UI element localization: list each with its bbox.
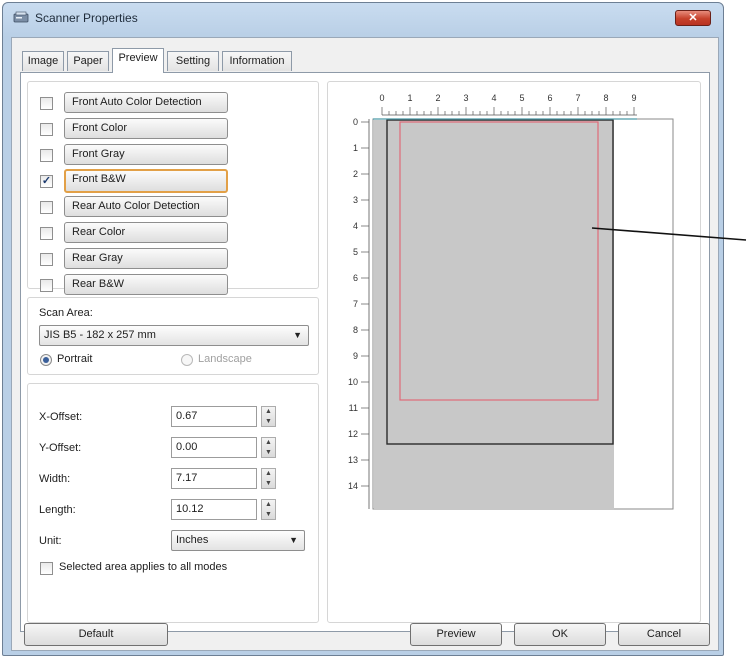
ruler-v-5: 5: [353, 247, 358, 257]
checkbox-rear-color[interactable]: [40, 227, 53, 240]
scanned-region: [374, 120, 614, 510]
ruler-h-4: 4: [491, 93, 496, 103]
ruler-h-9: 9: [631, 93, 636, 103]
mode-front-auto-color-detection[interactable]: Front Auto Color Detection: [64, 92, 228, 113]
scan-area-label: Scan Area:: [39, 307, 93, 319]
ruler-v-7: 7: [353, 299, 358, 309]
checkbox-rear-gray[interactable]: [40, 253, 53, 266]
ruler-h-3: 3: [463, 93, 468, 103]
mode-front-gray[interactable]: Front Gray: [64, 144, 228, 165]
cancel-button[interactable]: Cancel: [618, 623, 710, 646]
callout-line: [591, 227, 747, 241]
spin-down-icon[interactable]: ▼: [262, 479, 275, 488]
ruler-v-13: 13: [348, 455, 358, 465]
unit-dropdown[interactable]: Inches ▼: [171, 530, 305, 551]
x-offset-label: X-Offset:: [39, 411, 83, 423]
checkbox-rear-auto-color[interactable]: [40, 201, 53, 214]
ruler-h-2: 2: [435, 93, 440, 103]
scan-area-dropdown[interactable]: JIS B5 - 182 x 257 mm ▼: [39, 325, 309, 346]
spin-down-icon[interactable]: ▼: [262, 448, 275, 457]
spin-up-icon[interactable]: ▲: [262, 500, 275, 509]
checkbox-front-bw[interactable]: ✓: [40, 175, 53, 188]
ruler-h-6: 6: [547, 93, 552, 103]
y-offset-spinner[interactable]: ▲ ▼: [261, 437, 276, 458]
apply-all-modes-label: Selected area applies to all modes: [59, 561, 228, 573]
tab-setting[interactable]: Setting: [167, 51, 219, 71]
default-button[interactable]: Default: [24, 623, 168, 646]
ruler-v-1: 1: [353, 143, 358, 153]
width-spinner[interactable]: ▲ ▼: [261, 468, 276, 489]
x-offset-spinner[interactable]: ▲ ▼: [261, 406, 276, 427]
ruler-v-9: 9: [353, 351, 358, 361]
length-input[interactable]: 10.12: [171, 499, 257, 520]
ruler-v-0: 0: [353, 117, 358, 127]
tab-image[interactable]: Image: [22, 51, 64, 71]
portrait-label: Portrait: [57, 353, 93, 365]
checkbox-front-gray[interactable]: [40, 149, 53, 162]
scan-area-value: JIS B5 - 182 x 257 mm: [44, 329, 156, 341]
preview-tab-panel: Front Auto Color Detection Front Color F…: [20, 72, 710, 632]
checkbox-front-auto-color[interactable]: [40, 97, 53, 110]
ruler-v-4: 4: [353, 221, 358, 231]
y-offset-label: Y-Offset:: [39, 442, 82, 454]
radio-portrait[interactable]: [40, 354, 52, 366]
tab-paper[interactable]: Paper: [67, 51, 109, 71]
ruler-v-8: 8: [353, 325, 358, 335]
length-label: Length:: [39, 504, 76, 516]
title-bar: Scanner Properties ✕: [3, 3, 723, 33]
mode-rear-auto-color-detection[interactable]: Rear Auto Color Detection: [64, 196, 228, 217]
scanner-properties-window: Scanner Properties ✕ Image Paper Preview…: [2, 2, 724, 656]
y-offset-input[interactable]: 0.00: [171, 437, 257, 458]
checkbox-apply-all-modes[interactable]: [40, 562, 53, 575]
mode-rear-bw[interactable]: Rear B&W: [64, 274, 228, 295]
unit-value: Inches: [176, 534, 209, 546]
spin-up-icon[interactable]: ▲: [262, 469, 275, 478]
ruler-v-12: 12: [348, 429, 358, 439]
tab-preview[interactable]: Preview: [112, 48, 164, 73]
spin-down-icon[interactable]: ▼: [262, 417, 275, 426]
radio-landscape[interactable]: [181, 354, 193, 366]
length-spinner[interactable]: ▲ ▼: [261, 499, 276, 520]
spin-down-icon[interactable]: ▼: [262, 510, 275, 519]
ruler-v-3: 3: [353, 195, 358, 205]
ruler-h-8: 8: [603, 93, 608, 103]
ruler-v-11: 11: [349, 403, 358, 413]
ok-button[interactable]: OK: [514, 623, 606, 646]
close-button[interactable]: ✕: [675, 10, 711, 26]
checkbox-rear-bw[interactable]: [40, 279, 53, 292]
ruler-v-6: 6: [353, 273, 358, 283]
chevron-down-icon: ▼: [293, 330, 302, 340]
mode-front-bw[interactable]: Front B&W: [64, 169, 228, 193]
ruler-v-14: 14: [348, 481, 358, 491]
ruler-h-1: 1: [407, 93, 412, 103]
spin-up-icon[interactable]: ▲: [262, 438, 275, 447]
chevron-down-icon: ▼: [289, 535, 298, 545]
ruler-h-0: 0: [379, 93, 384, 103]
mode-rear-color[interactable]: Rear Color: [64, 222, 228, 243]
ruler-h-7: 7: [575, 93, 580, 103]
landscape-label: Landscape: [198, 353, 252, 365]
unit-label: Unit:: [39, 535, 62, 547]
scanner-app-icon: [13, 11, 29, 23]
preview-button[interactable]: Preview: [410, 623, 502, 646]
preview-area[interactable]: 0 1 2 3 4 5 6 7 8 9 0 1 2 3 4 5 6 7 8 9 …: [337, 89, 691, 557]
mode-rear-gray[interactable]: Rear Gray: [64, 248, 228, 269]
tab-information[interactable]: Information: [222, 51, 292, 71]
width-input[interactable]: 7.17: [171, 468, 257, 489]
spin-up-icon[interactable]: ▲: [262, 407, 275, 416]
window-title: Scanner Properties: [35, 11, 138, 25]
checkbox-front-color[interactable]: [40, 123, 53, 136]
ruler-h-5: 5: [519, 93, 524, 103]
radio-selected-dot: [43, 357, 49, 363]
mode-front-color[interactable]: Front Color: [64, 118, 228, 139]
dialog-client-area: Image Paper Preview Setting Information …: [11, 37, 719, 651]
width-label: Width:: [39, 473, 71, 485]
ruler-v-10: 10: [348, 377, 358, 387]
ruler-v-2: 2: [353, 169, 358, 179]
x-offset-input[interactable]: 0.67: [171, 406, 257, 427]
